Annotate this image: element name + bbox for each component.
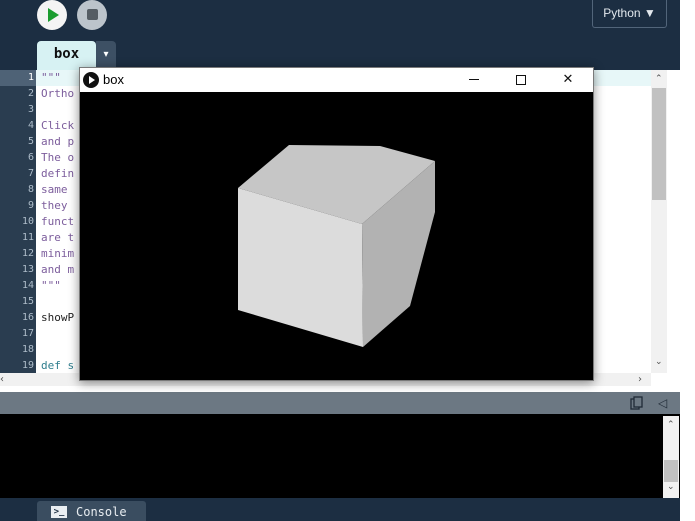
line-number: 16 xyxy=(21,312,34,323)
line-number: 12 xyxy=(21,248,34,259)
code-line: funct xyxy=(41,215,75,228)
console-output[interactable]: ⌃ ⌄ xyxy=(0,414,680,498)
window-edge xyxy=(680,0,695,521)
code-line: and m xyxy=(41,263,75,276)
line-number: 5 xyxy=(27,136,34,147)
code-line: The o xyxy=(41,151,75,164)
scroll-thumb[interactable] xyxy=(652,88,666,200)
line-number: 11 xyxy=(21,232,34,243)
console-scroll-thumb[interactable] xyxy=(664,460,678,482)
top-toolbar: Python ▼ box ▾ xyxy=(0,0,680,70)
code-line: minim xyxy=(41,247,75,260)
code-line: and p xyxy=(41,135,75,148)
line-number: 1 xyxy=(27,72,34,83)
console-tab-label: Console xyxy=(76,505,127,519)
stop-button[interactable] xyxy=(77,0,107,30)
tab-console[interactable]: >_ Console xyxy=(37,501,146,521)
sketch-title-bar[interactable]: box ✕ xyxy=(80,68,593,92)
stop-icon xyxy=(87,9,98,20)
close-button[interactable]: ✕ xyxy=(545,68,591,92)
mode-selector[interactable]: Python ▼ xyxy=(592,0,667,28)
editor-vertical-scrollbar[interactable]: ⌃ ⌄ xyxy=(651,70,667,373)
tab-menu-button[interactable]: ▾ xyxy=(96,41,116,68)
code-line: """ xyxy=(41,279,61,292)
line-number: 3 xyxy=(27,104,34,115)
line-number: 8 xyxy=(27,184,34,195)
console-scrollbar[interactable]: ⌃ ⌄ xyxy=(663,416,679,498)
line-number: 17 xyxy=(21,328,34,339)
scroll-left-icon[interactable]: ‹ xyxy=(0,373,4,386)
play-icon xyxy=(48,8,59,22)
processing-logo-icon xyxy=(83,72,99,88)
code-line: showP xyxy=(41,311,75,324)
code-line: are t xyxy=(41,231,75,244)
code-line: same xyxy=(41,183,75,196)
code-line: they xyxy=(41,199,75,212)
maximize-icon xyxy=(516,75,526,85)
line-number: 9 xyxy=(27,200,34,211)
code-line: Ortho xyxy=(41,87,75,100)
console-scroll-up-icon[interactable]: ⌃ xyxy=(667,420,675,430)
code-line: Click xyxy=(41,119,75,132)
tab-box[interactable]: box xyxy=(37,41,96,70)
line-number: 18 xyxy=(21,344,34,355)
line-number: 7 xyxy=(27,168,34,179)
line-number: 4 xyxy=(27,120,34,131)
line-number: 19 xyxy=(21,360,34,371)
sketch-canvas[interactable] xyxy=(80,92,593,380)
code-line: defin xyxy=(41,167,75,180)
sketch-title: box xyxy=(103,72,124,87)
line-number: 13 xyxy=(21,264,34,275)
line-number: 15 xyxy=(21,296,34,307)
code-line: """ xyxy=(41,71,61,84)
run-button[interactable] xyxy=(37,0,67,30)
collapse-console-icon[interactable]: ◁ xyxy=(658,395,667,411)
terminal-icon: >_ xyxy=(51,506,67,518)
scroll-up-icon[interactable]: ⌃ xyxy=(655,74,663,84)
maximize-button[interactable] xyxy=(498,68,544,92)
copy-icon[interactable] xyxy=(630,396,644,410)
code-line: def s xyxy=(41,359,75,372)
scroll-down-icon[interactable]: ⌄ xyxy=(655,357,663,367)
line-number: 2 xyxy=(27,88,34,99)
bottom-tab-bar: >_ Console xyxy=(0,498,680,521)
line-number: 14 xyxy=(21,280,34,291)
console-scroll-down-icon[interactable]: ⌄ xyxy=(667,482,675,492)
scroll-right-icon[interactable]: › xyxy=(638,373,642,386)
minimize-button[interactable] xyxy=(451,68,497,92)
line-number: 10 xyxy=(21,216,34,227)
sketch-window[interactable]: box ✕ xyxy=(79,67,594,381)
line-number: 6 xyxy=(27,152,34,163)
console-toolbar: ◁ xyxy=(0,392,680,414)
minimize-icon xyxy=(469,79,479,80)
